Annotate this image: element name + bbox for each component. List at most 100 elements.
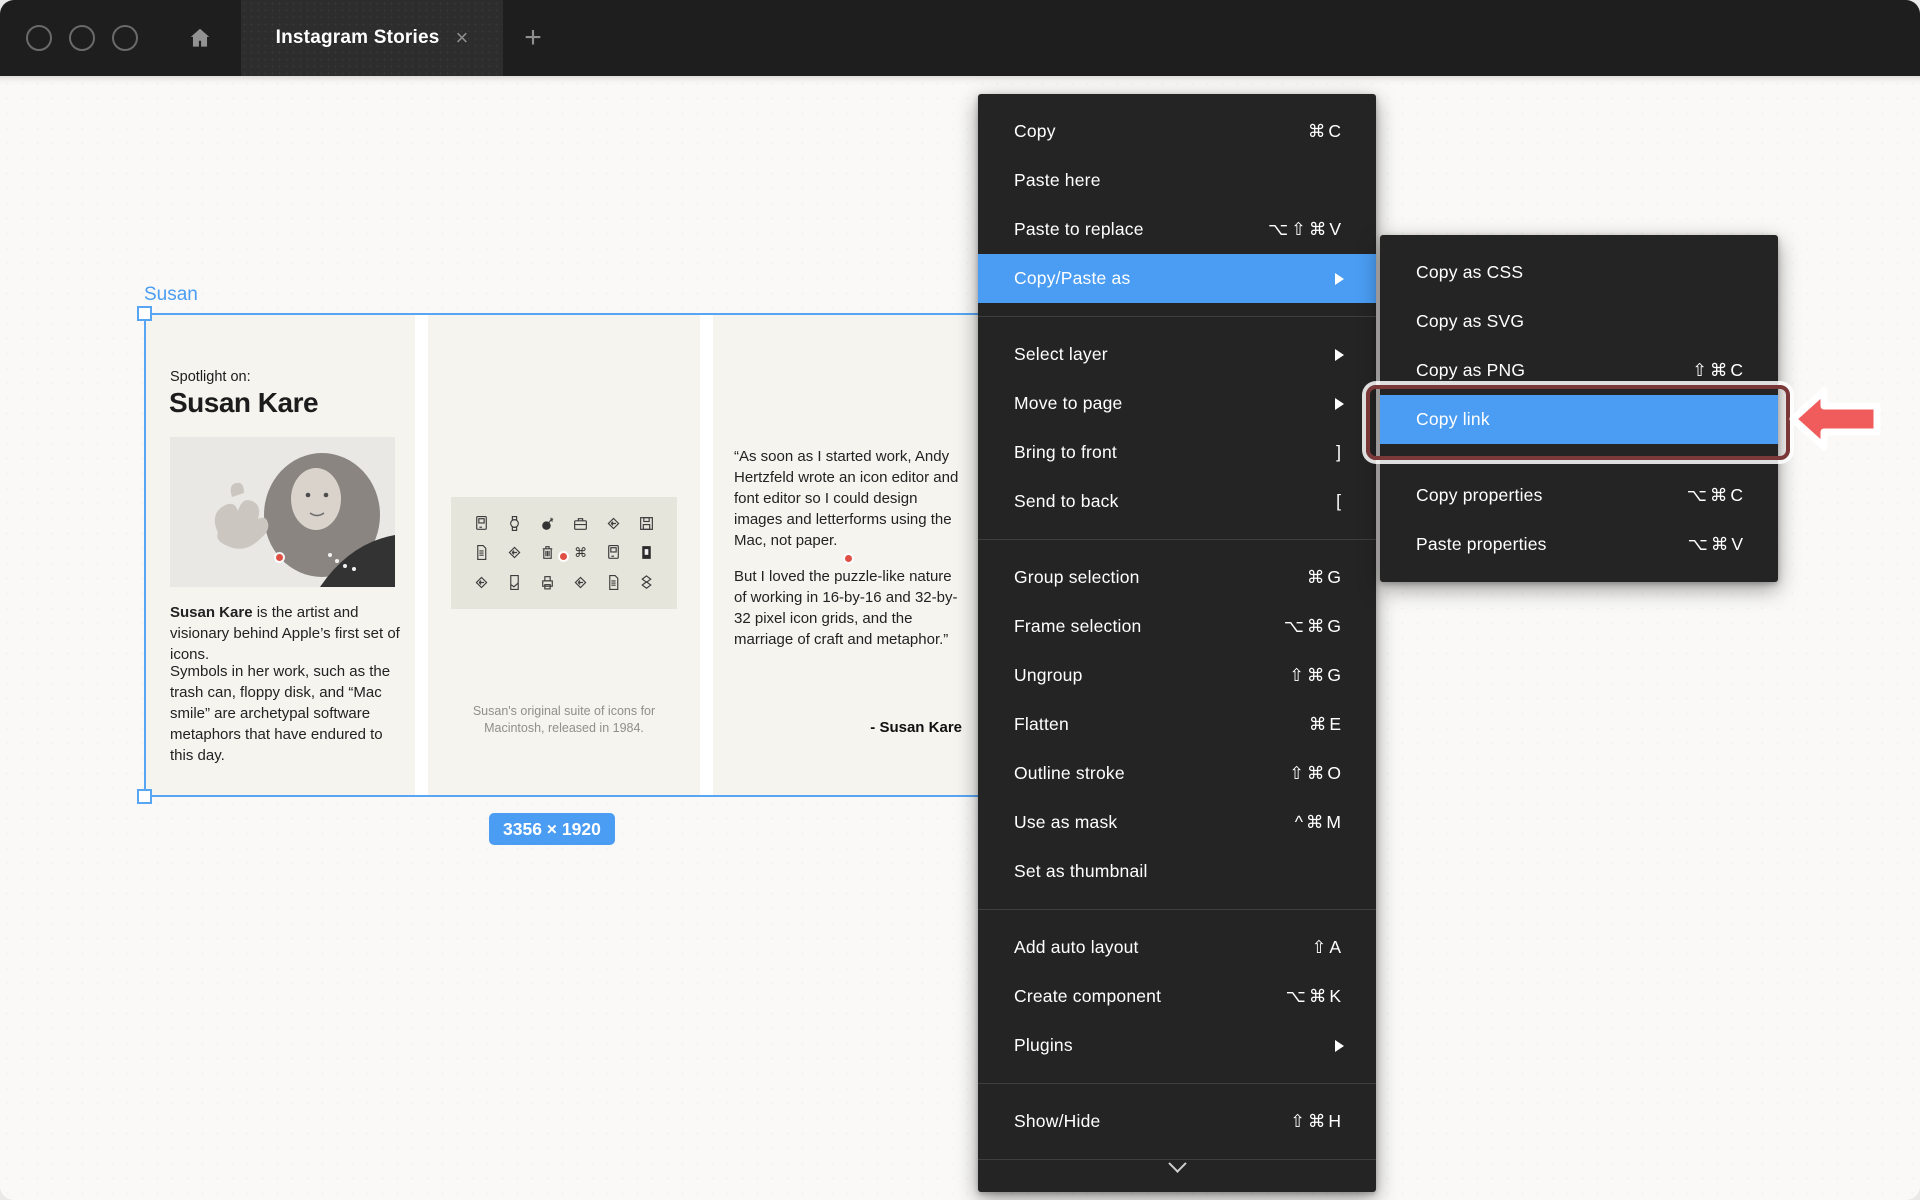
menu-item-shortcut: ]: [1336, 442, 1344, 463]
watch-pixel-icon: [506, 515, 523, 532]
red-cursor-dot: [845, 555, 852, 562]
caption-line-2: Macintosh, released in 1984.: [428, 720, 700, 737]
dimensions-badge: 3356 × 1920: [489, 813, 615, 845]
menu-section: Select layerMove to pageBring to front]S…: [978, 317, 1376, 540]
menu-item-select-layer[interactable]: Select layer: [978, 330, 1376, 379]
svg-text:⌘: ⌘: [574, 546, 587, 561]
trash-pixel-icon: [539, 544, 556, 561]
menu-item-move-to-page[interactable]: Move to page: [978, 379, 1376, 428]
canvas[interactable]: Susan Spotlight on: Susan Kare: [0, 76, 1920, 1200]
submenu-arrow-icon: [1335, 273, 1344, 285]
submenu-arrow-icon: [1335, 1040, 1344, 1052]
menu-item-label: Copy as PNG: [1416, 360, 1692, 381]
door-pixel-icon: [638, 544, 655, 561]
menu-item-copy-properties[interactable]: Copy properties⌥⌘C: [1380, 471, 1778, 520]
menu-item-bring-to-front[interactable]: Bring to front]: [978, 428, 1376, 477]
command-pixel-icon: ⌘: [572, 544, 589, 561]
menu-item-copy-paste-as[interactable]: Copy/Paste as: [978, 254, 1376, 303]
menu-item-shortcut: ⌥⌘G: [1284, 616, 1344, 637]
menu-item-create-component[interactable]: Create component⌥⌘K: [978, 972, 1376, 1021]
menu-item-use-as-mask[interactable]: Use as mask^⌘M: [978, 798, 1376, 847]
selection-handle-bottom-left[interactable]: [137, 789, 152, 804]
menu-item-shortcut: ⇧⌘H: [1290, 1111, 1344, 1132]
window-minimize-circle[interactable]: [69, 25, 95, 51]
menu-item-shortcut: ⌥⇧⌘V: [1268, 219, 1344, 240]
menu-item-label: Group selection: [1014, 567, 1307, 588]
menu-section: Copy properties⌥⌘CPaste properties⌥⌘V: [1380, 458, 1778, 582]
submenu-arrow-icon: [1335, 349, 1344, 361]
panel1-paragraph-1: Susan Kare is the artist and visionary b…: [170, 602, 406, 665]
menu-item-label: Paste properties: [1416, 534, 1688, 555]
menu-item-shortcut: ⌘E: [1309, 714, 1344, 735]
stamp-pixel-icon: [506, 544, 523, 561]
menu-scroll-more[interactable]: [978, 1160, 1376, 1192]
panel3-quote-2: But I loved the puzzle-like nature of wo…: [734, 566, 968, 650]
menu-item-label: Set as thumbnail: [1014, 861, 1344, 882]
menu-item-label: Copy/Paste as: [1014, 268, 1335, 289]
menu-item-shortcut: ⇧⌘G: [1289, 665, 1344, 686]
menu-item-label: Create component: [1014, 986, 1286, 1007]
submenu-arrow-icon: [1335, 398, 1344, 410]
menu-item-set-as-thumbnail[interactable]: Set as thumbnail: [978, 847, 1376, 896]
menu-item-add-auto-layout[interactable]: Add auto layout⇧A: [978, 923, 1376, 972]
annotation-arrow-icon: [1786, 380, 1884, 458]
window-zoom-circle[interactable]: [112, 25, 138, 51]
menu-item-outline-stroke[interactable]: Outline stroke⇧⌘O: [978, 749, 1376, 798]
window-close-circle[interactable]: [26, 25, 52, 51]
menu-item-show-hide[interactable]: Show/Hide⇧⌘H: [978, 1097, 1376, 1146]
annotation-highlight-box: [1366, 385, 1790, 460]
bomb-pixel-icon: [539, 515, 556, 532]
menu-item-shortcut: ⌥⌘V: [1688, 534, 1746, 555]
stamp-pixel-icon: [473, 574, 490, 591]
close-tab-icon[interactable]: ×: [456, 27, 469, 49]
menu-item-label: Paste to replace: [1014, 219, 1268, 240]
menu-item-copy-as-css[interactable]: Copy as CSS: [1380, 248, 1778, 297]
panel1-paragraph-1-bold: Susan Kare: [170, 604, 253, 621]
menu-item-flatten[interactable]: Flatten⌘E: [978, 700, 1376, 749]
red-cursor-dot: [276, 554, 283, 561]
tab-title: Instagram Stories: [276, 27, 440, 49]
menu-item-paste-properties[interactable]: Paste properties⌥⌘V: [1380, 520, 1778, 569]
floppy-pixel-icon: [638, 515, 655, 532]
menu-item-label: Move to page: [1014, 393, 1335, 414]
menu-item-label: Flatten: [1014, 714, 1309, 735]
menu-item-label: Copy as SVG: [1416, 311, 1746, 332]
frame-name-label[interactable]: Susan: [144, 284, 198, 306]
menu-item-copy-as-svg[interactable]: Copy as SVG: [1380, 297, 1778, 346]
menu-item-shortcut: ⇧⌘C: [1692, 360, 1746, 381]
menu-item-label: Ungroup: [1014, 665, 1289, 686]
briefcase-pixel-icon: [572, 515, 589, 532]
stamp-pixel-icon: [572, 574, 589, 591]
menu-item-label: Bring to front: [1014, 442, 1336, 463]
home-button[interactable]: [178, 0, 222, 76]
menu-section: Group selection⌘GFrame selection⌥⌘GUngro…: [978, 540, 1376, 910]
menu-item-copy[interactable]: Copy⌘C: [978, 107, 1376, 156]
menu-item-label: Show/Hide: [1014, 1111, 1290, 1132]
menu-item-plugins[interactable]: Plugins: [978, 1021, 1376, 1070]
home-icon: [187, 25, 213, 51]
red-cursor-dot: [560, 553, 567, 560]
menu-section: Show/Hide⇧⌘H: [978, 1084, 1376, 1160]
menu-item-paste-to-replace[interactable]: Paste to replace⌥⇧⌘V: [978, 205, 1376, 254]
tab-instagram-stories[interactable]: Instagram Stories ×: [241, 0, 503, 76]
selection-handle-top-left[interactable]: [137, 306, 152, 321]
menu-item-frame-selection[interactable]: Frame selection⌥⌘G: [978, 602, 1376, 651]
menu-item-label: Copy: [1014, 121, 1308, 142]
panel3-quote-1: “As soon as I started work, Andy Hertzfe…: [734, 446, 966, 551]
panel2-caption: Susan's original suite of icons for Maci…: [428, 703, 700, 737]
new-tab-button[interactable]: +: [508, 0, 558, 76]
menu-item-label: Select layer: [1014, 344, 1335, 365]
menu-item-group-selection[interactable]: Group selection⌘G: [978, 553, 1376, 602]
menu-item-paste-here[interactable]: Paste here: [978, 156, 1376, 205]
context-menu: Copy⌘CPaste herePaste to replace⌥⇧⌘VCopy…: [978, 94, 1376, 1192]
panel1-paragraph-2: Symbols in her work, such as the trash c…: [170, 661, 408, 766]
window-controls: [26, 0, 138, 76]
menu-item-ungroup[interactable]: Ungroup⇧⌘G: [978, 651, 1376, 700]
menu-item-shortcut: ⌘C: [1308, 121, 1344, 142]
menu-item-shortcut: [: [1336, 491, 1344, 512]
menu-item-label: Frame selection: [1014, 616, 1284, 637]
menu-item-shortcut: ⇧A: [1312, 937, 1344, 958]
window-titlebar: Instagram Stories × +: [0, 0, 1920, 76]
menu-section: Add auto layout⇧ACreate component⌥⌘KPlug…: [978, 910, 1376, 1084]
menu-item-send-to-back[interactable]: Send to back[: [978, 477, 1376, 526]
